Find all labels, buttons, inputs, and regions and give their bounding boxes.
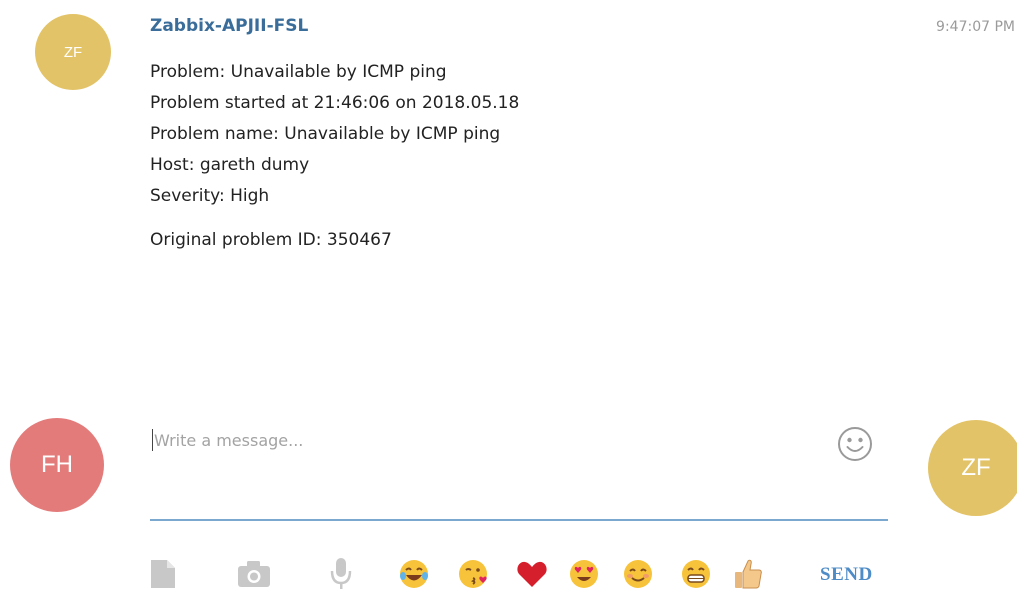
message-line: Problem started at 21:46:06 on 2018.05.1…: [150, 93, 520, 113]
message-line-blank: [150, 212, 870, 225]
message-composer: [150, 422, 888, 521]
message-body: Problem: Unavailable by ICMP ping Proble…: [150, 57, 870, 256]
document-icon[interactable]: [148, 556, 178, 592]
smiley-icon[interactable]: [837, 426, 873, 462]
sender-name[interactable]: Zabbix-APJII-FSL: [150, 16, 308, 36]
message-line: Severity: High: [150, 186, 270, 206]
microphone-icon[interactable]: [326, 556, 356, 592]
thumbs-up-emoji[interactable]: [730, 556, 766, 592]
input-underline: [150, 519, 888, 521]
message-input[interactable]: [154, 426, 814, 454]
self-avatar[interactable]: FH: [10, 418, 104, 512]
smiling-blush-emoji[interactable]: [620, 556, 656, 592]
message-line: Problem: Unavailable by ICMP ping: [150, 62, 447, 82]
peer-avatar[interactable]: ZF: [928, 420, 1017, 516]
kissing-heart-emoji[interactable]: [456, 556, 492, 592]
message-line: Original problem ID: 350467: [150, 230, 392, 250]
camera-icon[interactable]: [236, 556, 272, 592]
laughing-crying-emoji[interactable]: [396, 556, 432, 592]
red-heart-emoji[interactable]: [514, 556, 550, 592]
sender-avatar[interactable]: ZF: [35, 14, 111, 90]
composer-toolbar: SEND: [148, 556, 898, 596]
peer-avatar-initials: ZF: [961, 454, 991, 481]
self-avatar-initials: FH: [41, 451, 73, 478]
sender-avatar-initials: ZF: [63, 43, 83, 61]
text-caret: [152, 429, 153, 451]
message-timestamp: 9:47:07 PM: [936, 19, 1015, 35]
grinning-teeth-emoji[interactable]: [678, 556, 714, 592]
send-button[interactable]: SEND: [820, 564, 873, 586]
message-line: Host: gareth dumy: [150, 155, 310, 175]
message-line: Problem name: Unavailable by ICMP ping: [150, 124, 501, 144]
heart-eyes-emoji[interactable]: [566, 556, 602, 592]
